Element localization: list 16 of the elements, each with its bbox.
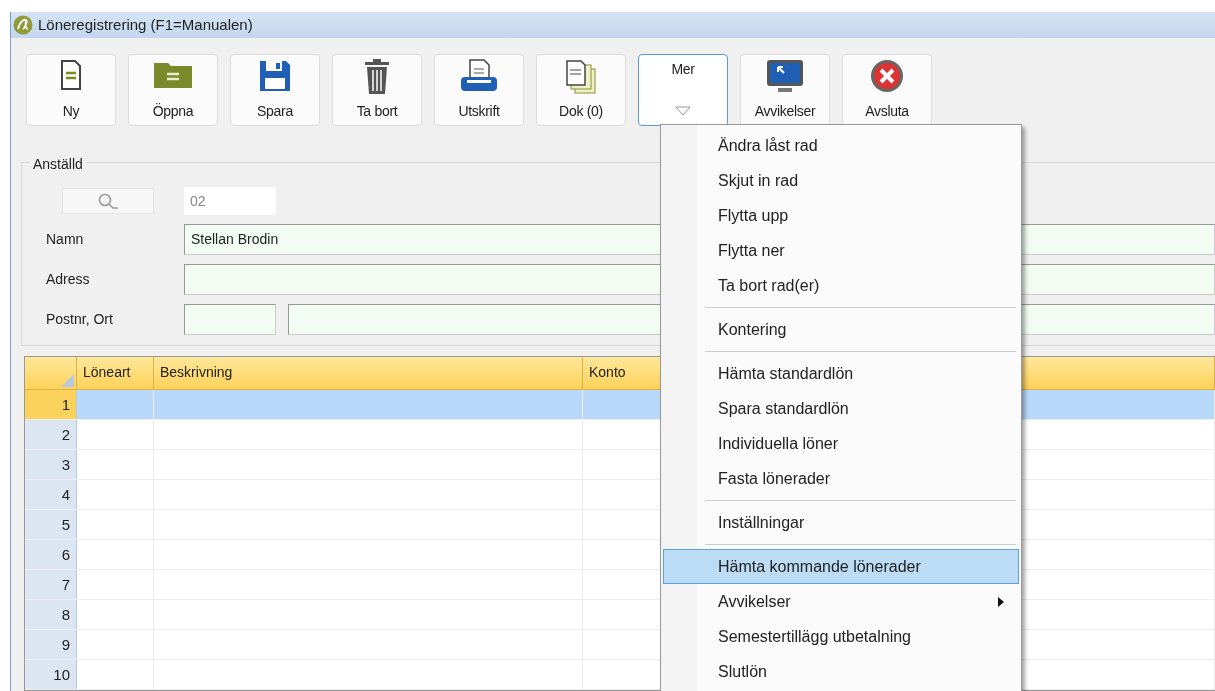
row-number: 9 xyxy=(25,630,77,659)
field-label: Postnr, Ort xyxy=(46,309,114,329)
field-label: Namn xyxy=(46,229,85,249)
row-number: 10 xyxy=(25,660,77,689)
row-number: 4 xyxy=(25,480,77,509)
row-number: 5 xyxy=(25,510,77,539)
column-header: Löneart xyxy=(77,357,154,389)
row-number: 8 xyxy=(25,600,77,629)
row-number: 2 xyxy=(25,420,77,449)
row-number: 7 xyxy=(25,570,77,599)
column-header: Beskrivning xyxy=(154,357,583,389)
field-label: Adress xyxy=(46,269,91,289)
row-number: 3 xyxy=(25,450,77,479)
row-number: 1 xyxy=(25,390,77,419)
row-number: 6 xyxy=(25,540,77,569)
window-title: Löneregistrering (F1=Manualen) xyxy=(38,14,253,35)
